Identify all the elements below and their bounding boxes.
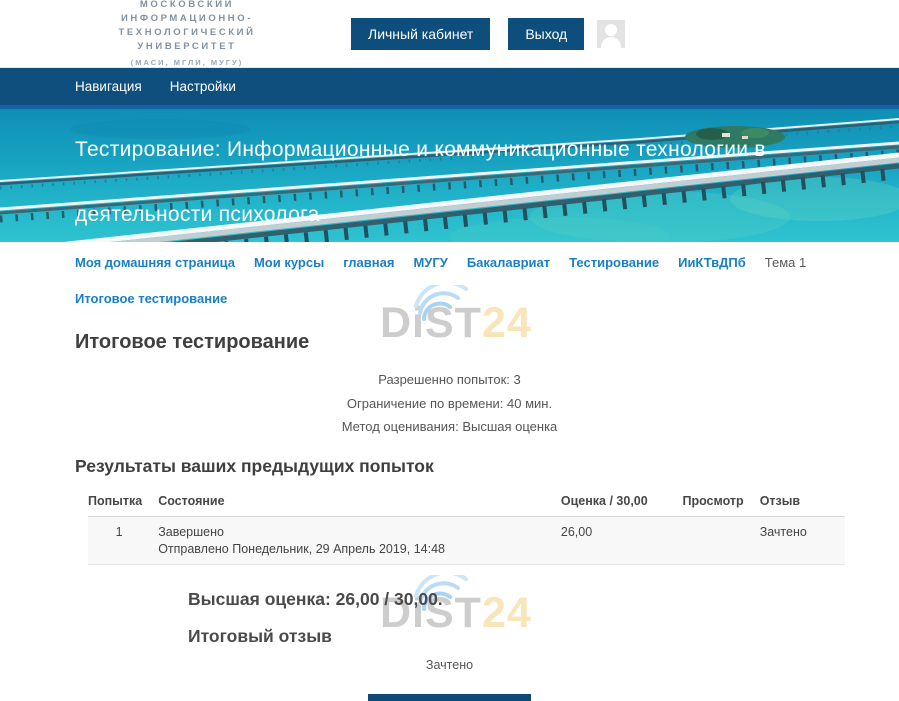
cell-state: Завершено Отправлено Понедельник, 29 Апр…	[150, 516, 553, 564]
quiz-attempts-allowed: Разрешенно попыток: 3	[0, 368, 899, 392]
breadcrumb-link-iiktvdpb[interactable]: ИиКТвДПб	[678, 255, 746, 270]
cell-review	[674, 516, 751, 564]
results-heading: Результаты ваших предыдущих попыток	[75, 456, 899, 477]
table-header-row: Попытка Состояние Оценка / 30,00 Просмот…	[88, 489, 845, 517]
logo-line-2: ИНФОРМАЦИОННО-ТЕХНОЛОГИЧЕСКИЙ	[63, 12, 311, 40]
avatar-person-icon	[605, 24, 617, 36]
breadcrumb: Моя домашняя страница Мои курсы главная МУГ…	[0, 242, 899, 307]
final-feedback-value: Зачтено	[0, 658, 899, 672]
breadcrumb-link-final-test[interactable]: Итоговое тестирование	[75, 291, 227, 306]
best-grade-text: Высшая оценка: 26,00 / 30,00.	[188, 589, 899, 610]
user-avatar[interactable]	[597, 20, 625, 48]
nav-item-settings[interactable]: Настройки	[170, 79, 236, 94]
course-title-line-2: деятельности психолога	[75, 182, 766, 242]
personal-cabinet-button[interactable]: Личный кабинет	[351, 18, 490, 50]
state-label: Завершено	[158, 525, 224, 539]
quiz-info: Разрешенно попыток: 3 Ограничение по вре…	[0, 368, 899, 439]
summary-block: Высшая оценка: 26,00 / 30,00. Итоговый о…	[188, 589, 899, 647]
logo-line-3: УНИВЕРСИТЕТ	[63, 40, 311, 54]
page-content: DiST24 DiST24 Моя домашняя страницаМои к…	[0, 242, 899, 701]
retake-button-area: Пройти тест заново	[0, 694, 899, 701]
quiz-grading-method: Метод оценивания: Высшая оценка	[0, 415, 899, 439]
breadcrumb-link-mugu[interactable]: МУГУ	[413, 255, 447, 270]
university-logo: МОСКОВСКИЙ ИНФОРМАЦИОННО-ТЕХНОЛОГИЧЕСКИЙ…	[63, 0, 311, 70]
logo-line-1: МОСКОВСКИЙ	[63, 0, 311, 12]
retake-test-button[interactable]: Пройти тест заново	[368, 694, 531, 701]
cell-attempt-number: 1	[88, 516, 150, 564]
cell-grade: 26,00	[553, 516, 675, 564]
cell-feedback: Зачтено	[752, 516, 845, 564]
course-title-line-1: Тестирование: Информационные и коммуника…	[75, 117, 766, 182]
header-buttons: Личный кабинет Выход	[351, 18, 584, 50]
breadcrumb-link-my-courses[interactable]: Мои курсы	[254, 255, 324, 270]
course-banner: Тестирование: Информационные и коммуника…	[0, 105, 899, 242]
breadcrumb-link-main[interactable]: главная	[343, 255, 394, 270]
page: МОСКОВСКИЙ ИНФОРМАЦИОННО-ТЕХНОЛОГИЧЕСКИЙ…	[0, 0, 899, 701]
column-header-grade: Оценка / 30,00	[553, 489, 675, 517]
logo-line-4: (МАСИ, МГЛИ, МУГУ)	[63, 56, 311, 70]
breadcrumb-link-testing[interactable]: Тестирование	[569, 255, 659, 270]
state-submitted-detail: Отправлено Понедельник, 29 Апрель 2019, …	[158, 542, 545, 556]
site-header: МОСКОВСКИЙ ИНФОРМАЦИОННО-ТЕХНОЛОГИЧЕСКИЙ…	[0, 0, 899, 68]
course-title: Тестирование: Информационные и коммуника…	[75, 117, 766, 242]
column-header-state: Состояние	[150, 489, 553, 517]
nav-item-navigation[interactable]: Навигация	[75, 79, 142, 94]
breadcrumb-row-2: Итоговое тестирование	[75, 291, 839, 307]
table-row: 1 Завершено Отправлено Понедельник, 29 А…	[88, 516, 845, 564]
final-feedback-heading: Итоговый отзыв	[188, 626, 899, 647]
avatar-person-icon-body	[601, 37, 621, 48]
breadcrumb-link-my-home[interactable]: Моя домашняя страница	[75, 255, 235, 270]
breadcrumb-link-bachelor[interactable]: Бакалавриат	[467, 255, 550, 270]
column-header-attempt: Попытка	[88, 489, 150, 517]
breadcrumb-item-topic-1: Тема 1	[765, 255, 806, 270]
column-header-review: Просмотр	[674, 489, 751, 517]
column-header-feedback: Отзыв	[752, 489, 845, 517]
attempts-table: Попытка Состояние Оценка / 30,00 Просмот…	[88, 489, 845, 565]
breadcrumb-row-1: Моя домашняя страница Мои курсы главная МУГ…	[75, 255, 839, 271]
logout-button[interactable]: Выход	[508, 18, 584, 50]
page-title: Итоговое тестирование	[75, 331, 899, 354]
quiz-time-limit: Ограничение по времени: 40 мин.	[0, 392, 899, 416]
main-navbar: Навигация Настройки	[0, 68, 899, 105]
